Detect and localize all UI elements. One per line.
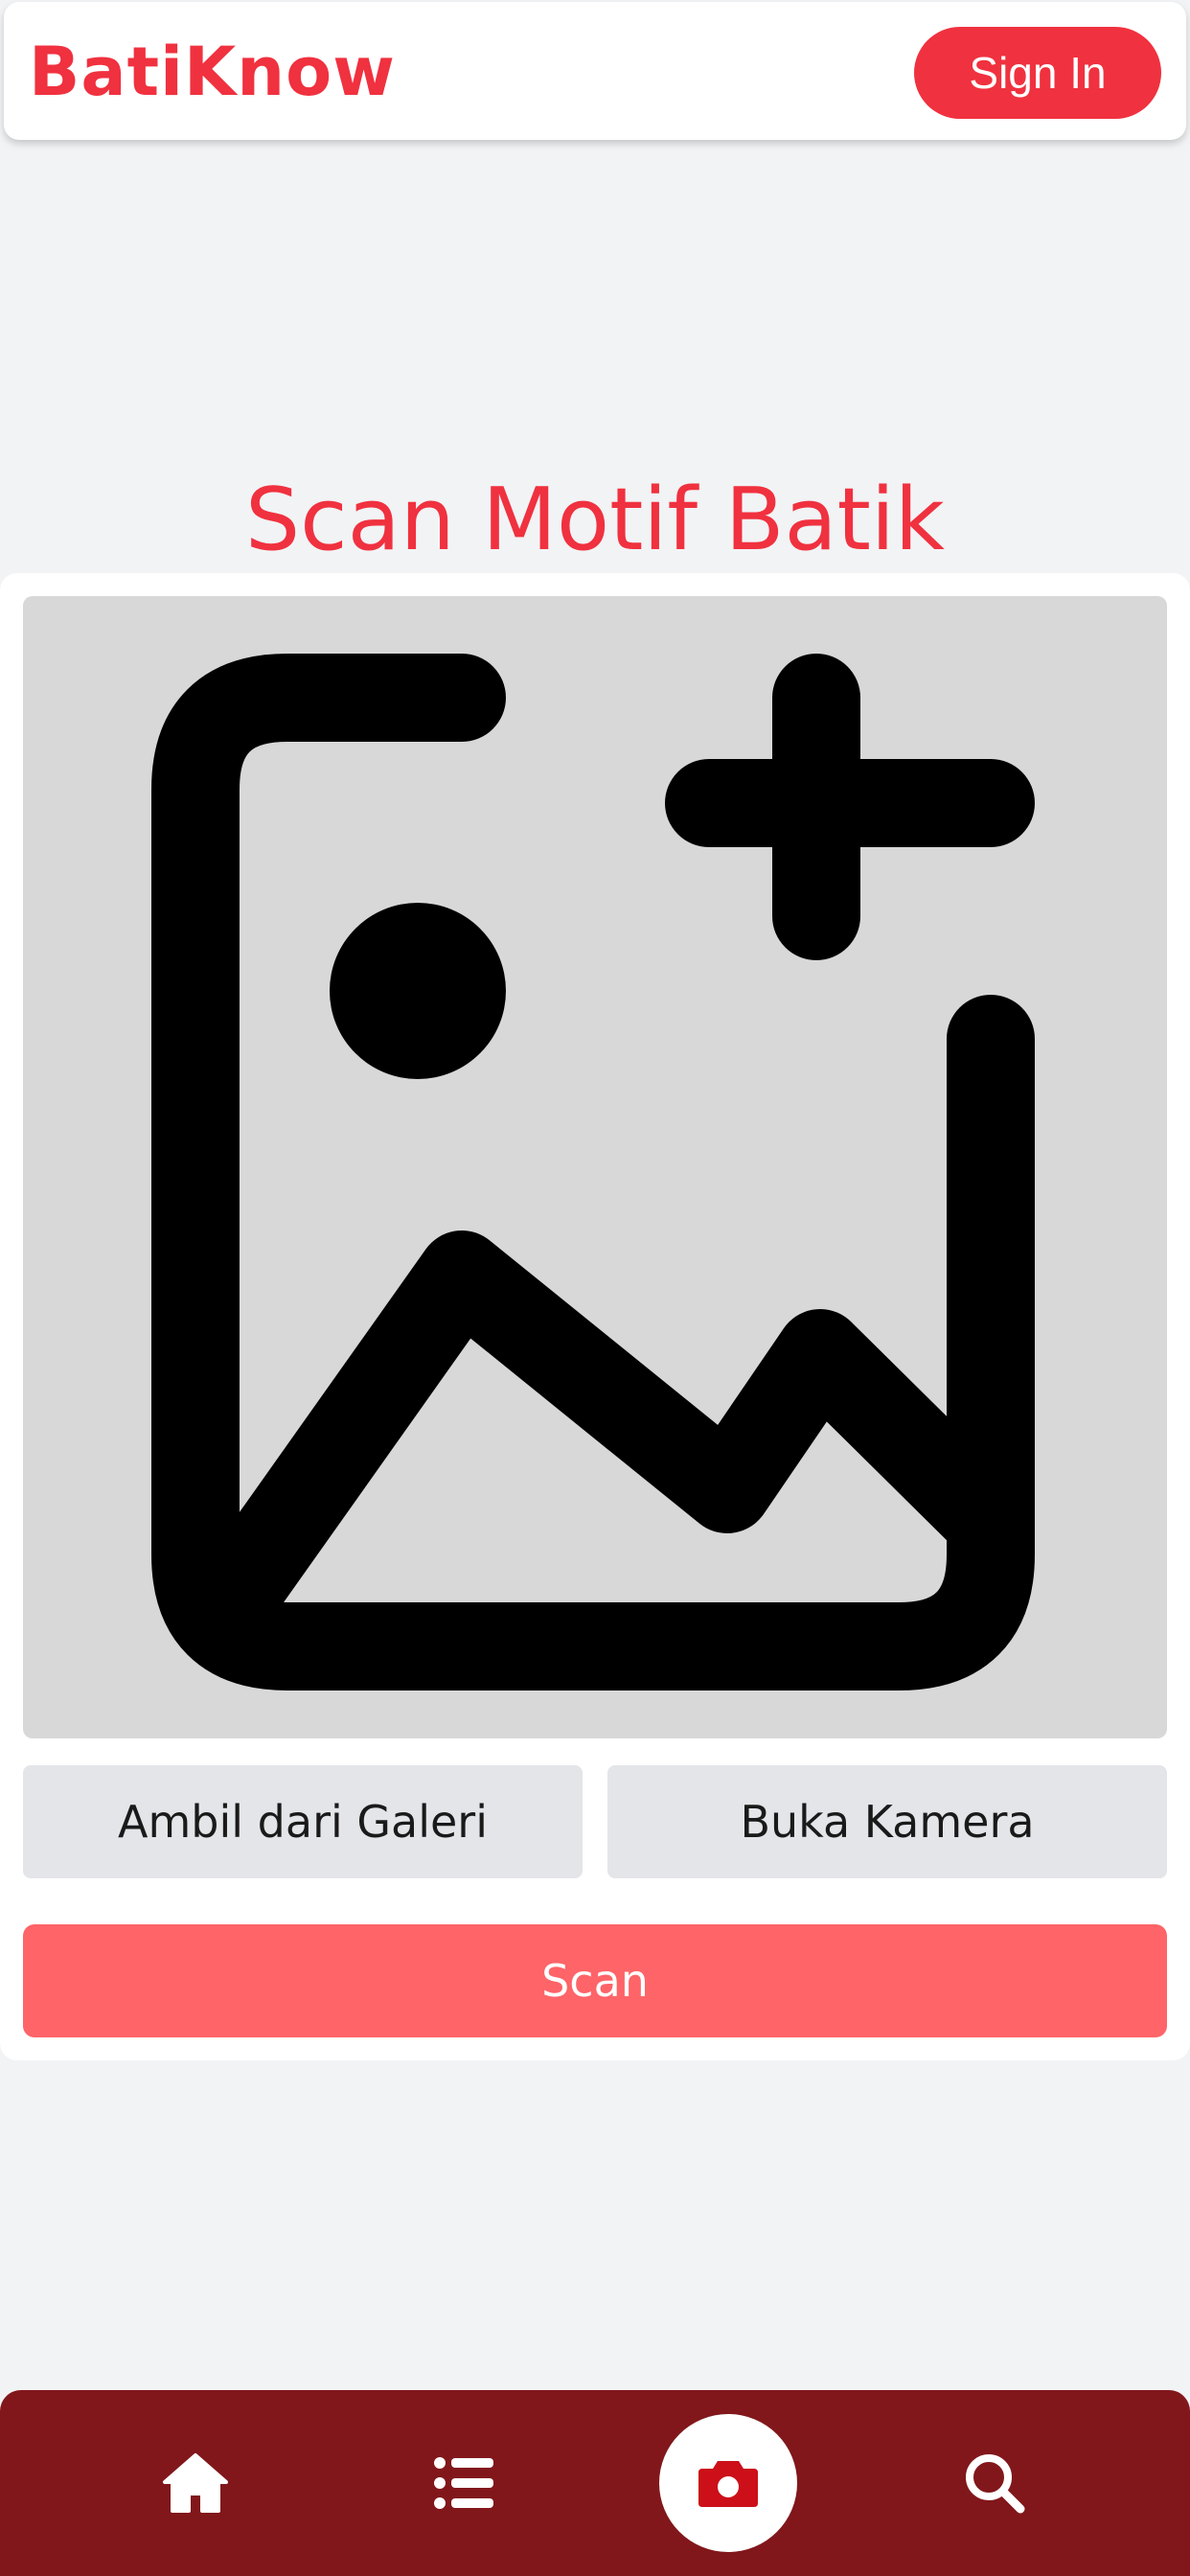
app-header: BatiKnow Sign In bbox=[4, 2, 1186, 140]
nav-search[interactable] bbox=[923, 2390, 1066, 2576]
scan-page: BatiKnow Sign In Scan Motif Batik Ambil … bbox=[0, 0, 1190, 2576]
page-title: Scan Motif Batik bbox=[244, 470, 946, 570]
scan-card: Ambil dari Galeri Buka Kamera Scan bbox=[0, 573, 1190, 2060]
scan-button[interactable]: Scan bbox=[23, 1924, 1167, 2037]
gallery-button[interactable]: Ambil dari Galeri bbox=[23, 1765, 583, 1878]
image-preview[interactable] bbox=[23, 596, 1167, 1738]
camera-icon bbox=[698, 2461, 758, 2507]
nav-camera[interactable] bbox=[659, 2414, 797, 2552]
bottom-nav bbox=[0, 2390, 1190, 2576]
add-image-icon bbox=[151, 654, 1035, 1690]
brand-logo: BatiKnow bbox=[29, 33, 396, 111]
sign-in-button[interactable]: Sign In bbox=[914, 27, 1161, 119]
home-icon bbox=[163, 2453, 228, 2513]
list-icon bbox=[434, 2457, 493, 2509]
search-icon bbox=[966, 2454, 1025, 2514]
open-camera-button[interactable]: Buka Kamera bbox=[607, 1765, 1167, 1878]
nav-home[interactable] bbox=[124, 2390, 267, 2576]
nav-list[interactable] bbox=[392, 2390, 536, 2576]
